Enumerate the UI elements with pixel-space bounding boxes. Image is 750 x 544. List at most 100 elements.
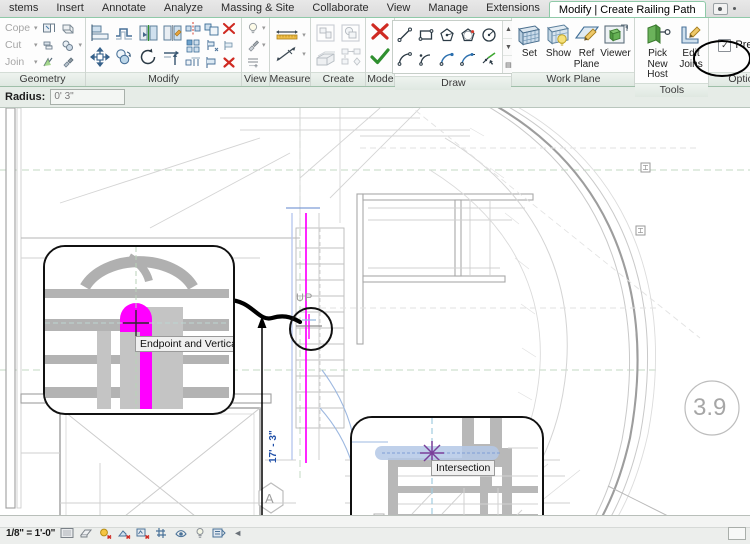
finish-edit-mode-row[interactable] [369, 47, 391, 69]
split-with-gap-icon[interactable] [185, 54, 202, 70]
measure-between-references-icon[interactable] [274, 28, 300, 41]
mirror-draw-axis-icon[interactable] [161, 22, 184, 45]
paint-icon[interactable] [60, 55, 76, 70]
radius-input[interactable] [50, 89, 126, 105]
edit-joins-button[interactable]: Edit Joins [677, 21, 706, 70]
draw-center-ends-arc-icon[interactable] [416, 47, 437, 71]
view-scale-label[interactable]: 1/8" = 1'-0" [6, 528, 55, 539]
scale-icon[interactable] [203, 20, 220, 36]
trim-extend-icon[interactable] [161, 46, 184, 69]
cope-icon[interactable] [41, 21, 57, 36]
draw-circle-icon[interactable] [479, 23, 500, 47]
work-plane-show-button[interactable]: Show [543, 21, 573, 60]
chevron-down-icon[interactable]: ▾ [34, 58, 38, 66]
work-plane-set-button[interactable]: Set [515, 21, 543, 60]
delete-icon[interactable] [221, 20, 238, 36]
tab-massing-and-site[interactable]: Massing & Site [212, 0, 303, 17]
measure-along-element-icon[interactable] [274, 45, 300, 63]
demolish-icon[interactable] [60, 38, 76, 53]
draw-fillet-arc-icon[interactable] [458, 47, 479, 71]
analytical-model-icon[interactable]: ◄ [230, 527, 245, 540]
ref-plane-button[interactable]: Ref Plane [573, 21, 599, 70]
chevron-down-icon[interactable]: ▾ [302, 50, 306, 58]
chevron-down-icon[interactable]: ▾ [79, 41, 83, 49]
shadows-icon[interactable] [116, 527, 131, 540]
tab-view[interactable]: View [378, 0, 420, 17]
visual-style-icon[interactable] [78, 527, 93, 540]
measure-along-row[interactable]: ▾ [274, 44, 306, 64]
reveal-hidden-elements-icon[interactable] [211, 527, 226, 540]
draw-rectangle-icon[interactable] [416, 23, 437, 47]
align-icon[interactable] [89, 22, 112, 45]
panel-view-body: ▾ ▾ [242, 18, 269, 72]
offset-icon[interactable] [113, 22, 136, 45]
create-similar-icon[interactable] [339, 22, 362, 45]
tab-annotate[interactable]: Annotate [93, 0, 155, 17]
draw-pick-lines-icon[interactable] [479, 47, 500, 71]
linework-row[interactable]: ▾ [245, 37, 266, 53]
join-icon[interactable] [41, 55, 57, 70]
visibility-graphics-row[interactable]: ▾ [245, 20, 266, 36]
hide-reveal-row[interactable] [245, 54, 266, 70]
pick-new-host-button[interactable]: Pick New Host [638, 21, 676, 81]
status-overflow-arrow[interactable]: ◄ [233, 528, 242, 538]
cut-geometry-icon[interactable] [60, 21, 76, 36]
draw-line-icon[interactable] [395, 23, 416, 47]
tab-extensions[interactable]: Extensions [477, 0, 549, 17]
draw-circumscribed-polygon-icon[interactable] [458, 23, 479, 47]
sun-path-icon[interactable] [97, 527, 112, 540]
mirror-pick-axis-icon[interactable] [137, 22, 160, 45]
finish-edit-mode-icon[interactable] [369, 46, 391, 70]
drawing-canvas[interactable]: UP 17' - 3" A 3.9 Endpoint and Vertical … [0, 108, 750, 519]
panel-work-plane-body: Set Show Ref Plane Viewer [512, 18, 634, 72]
cut-row[interactable]: Cut ▾ ▾ [5, 37, 82, 53]
show-crop-region-icon[interactable] [173, 527, 188, 540]
create-part-icon[interactable] [314, 46, 337, 69]
tab-collaborate[interactable]: Collaborate [303, 0, 377, 17]
unpin-icon[interactable] [203, 37, 220, 53]
chevron-down-icon[interactable]: ▾ [34, 24, 38, 32]
chevron-down-icon[interactable]: ▾ [262, 24, 266, 32]
crop-view-icon[interactable] [154, 527, 169, 540]
cut-icon[interactable] [41, 38, 57, 53]
create-assembly-icon[interactable] [339, 46, 362, 69]
cancel-edit-mode-row[interactable] [369, 22, 391, 44]
delete-red-icon[interactable] [221, 54, 238, 70]
chevron-down-icon[interactable] [732, 7, 736, 10]
tab-systems[interactable]: stems [0, 0, 47, 17]
paintbrush-icon[interactable] [245, 39, 260, 52]
pin-icon[interactable] [203, 54, 220, 70]
move-icon[interactable] [89, 46, 112, 69]
array-icon[interactable] [185, 37, 202, 53]
tab-modify-create-railing-path[interactable]: Modify | Create Railing Path [548, 0, 706, 17]
draw-tangent-end-arc-icon[interactable] [437, 47, 458, 71]
join-row[interactable]: Join ▾ [5, 54, 82, 70]
create-group-icon[interactable] [314, 22, 337, 45]
measure-between-row[interactable]: ▾ [274, 27, 306, 43]
rotate-icon[interactable] [137, 46, 160, 69]
split-element-icon[interactable] [185, 20, 202, 36]
hide-reveal-icon[interactable] [245, 56, 260, 69]
tab-insert[interactable]: Insert [47, 0, 93, 17]
preview-toggle[interactable]: ✓ Preview [712, 38, 750, 52]
lightbulb-icon[interactable] [245, 22, 260, 35]
draw-inscribed-polygon-icon[interactable] [437, 23, 458, 47]
status-panel-box[interactable] [728, 527, 746, 540]
preview-checkbox[interactable]: ✓ [718, 38, 732, 52]
tab-manage[interactable]: Manage [419, 0, 477, 17]
measure-icon-column: ▾ ▾ [274, 27, 306, 64]
copy-icon[interactable] [113, 46, 136, 69]
rendering-dialog-icon[interactable] [135, 527, 150, 540]
detail-level-icon[interactable] [59, 527, 74, 540]
chevron-down-icon[interactable]: ▾ [34, 41, 38, 49]
chevron-down-icon[interactable]: ▾ [302, 31, 306, 39]
draw-start-end-radius-arc-icon[interactable] [395, 47, 416, 71]
unpin-small-icon[interactable] [221, 37, 238, 53]
cope-row[interactable]: Cope ▾ [5, 20, 82, 36]
tab-analyze[interactable]: Analyze [155, 0, 212, 17]
cancel-edit-mode-icon[interactable] [369, 21, 391, 45]
temporary-hide-isolate-icon[interactable] [192, 527, 207, 540]
chevron-down-icon[interactable]: ▾ [262, 41, 266, 49]
work-plane-viewer-button[interactable]: Viewer [600, 21, 632, 60]
ribbon-options-button[interactable] [712, 2, 728, 15]
